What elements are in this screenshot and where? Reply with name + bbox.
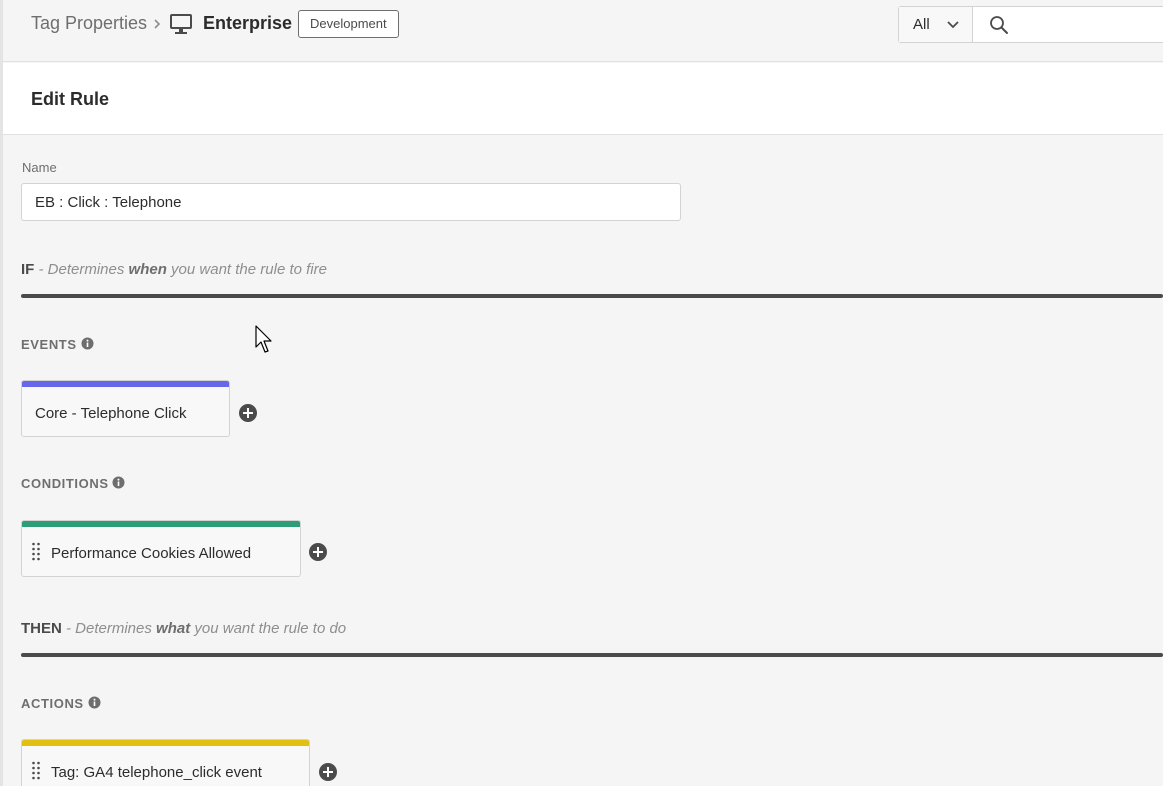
- rule-name-field[interactable]: [21, 183, 681, 221]
- events-label: EVENTS: [21, 337, 77, 352]
- if-desc-prefix: - Determines: [34, 261, 129, 278]
- name-label: Name: [22, 160, 57, 175]
- action-label: Tag: GA4 telephone_click event: [51, 764, 262, 781]
- event-label: Core - Telephone Click: [35, 405, 187, 422]
- actions-label: ACTIONS: [21, 696, 84, 711]
- search-group: All: [898, 6, 1163, 43]
- action-card[interactable]: Tag: GA4 telephone_click event: [21, 739, 310, 786]
- if-desc-emphasis: when: [128, 261, 167, 278]
- drag-handle-icon[interactable]: [31, 760, 41, 782]
- then-desc-prefix: - Determines: [61, 620, 157, 637]
- then-desc-suffix: you want the rule to do: [190, 620, 347, 637]
- add-event-icon[interactable]: [238, 403, 258, 423]
- event-card[interactable]: Core - Telephone Click: [21, 380, 230, 437]
- if-section-heading: IF - Determines when you want the rule t…: [21, 261, 327, 278]
- breadcrumb-tag-properties[interactable]: Tag Properties: [31, 13, 147, 34]
- search-scope-value: All: [913, 16, 930, 33]
- condition-color-stripe: [22, 521, 300, 527]
- mouse-pointer-icon: [255, 325, 272, 353]
- panel-header: Edit Rule: [3, 63, 1163, 135]
- if-section-divider: [21, 294, 1163, 298]
- condition-label: Performance Cookies Allowed: [51, 545, 252, 562]
- drag-handle-icon[interactable]: [31, 541, 41, 563]
- event-color-stripe: [22, 381, 229, 387]
- info-icon[interactable]: [81, 337, 94, 350]
- info-icon[interactable]: [88, 696, 101, 709]
- search-input[interactable]: [1017, 11, 1162, 38]
- monitor-icon: [170, 14, 192, 34]
- page-title: Edit Rule: [31, 89, 110, 109]
- then-keyword: THEN: [21, 620, 62, 637]
- conditions-label: CONDITIONS: [21, 476, 109, 491]
- condition-card[interactable]: Performance Cookies Allowed: [21, 520, 301, 577]
- search-icon: [990, 16, 1008, 34]
- action-color-stripe: [22, 740, 309, 746]
- then-section-heading: THEN - Determines what you want the rule…: [21, 620, 346, 637]
- chevron-down-icon: [947, 21, 959, 29]
- add-condition-icon[interactable]: [308, 542, 328, 562]
- top-bar: Tag Properties Enterprise Development Al…: [3, 0, 1163, 62]
- then-section-divider: [21, 653, 1163, 657]
- search-scope-dropdown[interactable]: All: [899, 7, 973, 42]
- add-action-icon[interactable]: [318, 762, 338, 782]
- chevron-right-icon: [154, 19, 161, 29]
- if-keyword: IF: [21, 261, 35, 278]
- if-desc-suffix: you want the rule to fire: [166, 261, 327, 278]
- breadcrumb-current-property: Enterprise: [203, 13, 293, 33]
- environment-badge: Development: [298, 10, 399, 38]
- info-icon[interactable]: [112, 476, 125, 489]
- then-desc-emphasis: what: [156, 620, 191, 637]
